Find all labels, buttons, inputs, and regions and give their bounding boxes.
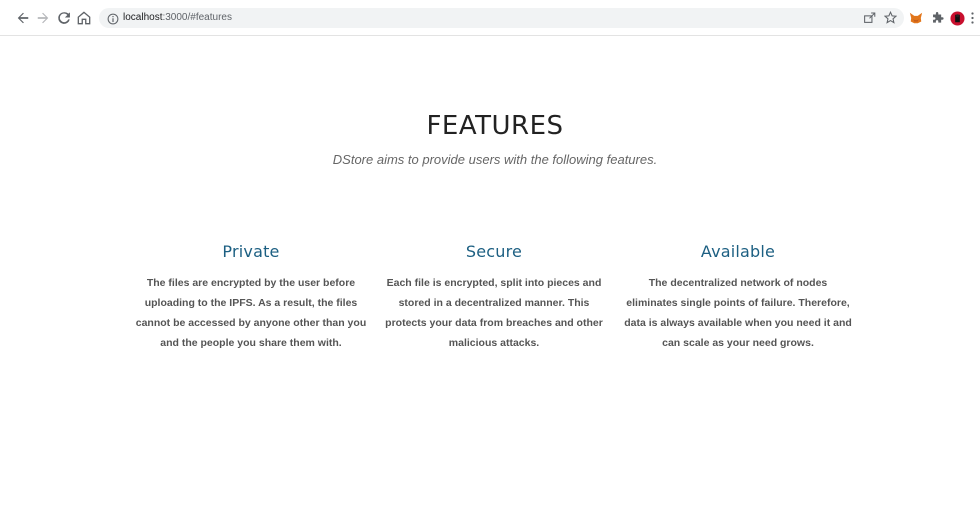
page-subtitle: DStore aims to provide users with the fo… <box>332 152 658 167</box>
feature-card-private: Private The files are encrypted by the u… <box>135 242 367 353</box>
feature-card-secure: Secure Each file is encrypted, split int… <box>378 242 610 353</box>
more-vertical-icon <box>970 12 974 24</box>
address-bar[interactable]: localhost:3000/#features <box>99 8 904 28</box>
arrow-right-icon <box>37 12 49 24</box>
home-button[interactable] <box>75 9 93 27</box>
browser-menu-button[interactable] <box>967 10 977 26</box>
fox-icon <box>909 12 923 24</box>
feature-description: The files are encrypted by the user befo… <box>135 277 367 349</box>
forward-button[interactable] <box>34 9 52 27</box>
url-host: localhost <box>123 12 163 23</box>
share-icon[interactable] <box>863 11 877 25</box>
back-button[interactable] <box>14 9 32 27</box>
page-title: FEATURES <box>426 111 564 142</box>
puzzle-icon <box>932 11 944 23</box>
info-icon[interactable] <box>107 12 119 25</box>
feature-card-available: Available The decentralized network of n… <box>622 242 854 353</box>
arrow-left-icon <box>17 12 29 24</box>
extensions-button[interactable] <box>929 10 945 26</box>
profile-button[interactable] <box>949 10 965 26</box>
star-icon[interactable] <box>883 10 898 25</box>
feature-title: Secure <box>465 242 523 261</box>
reload-icon <box>58 12 70 24</box>
reload-button[interactable] <box>55 9 73 27</box>
metamask-extension-button[interactable] <box>908 10 924 26</box>
feature-title: Available <box>700 242 776 261</box>
url-path: :3000/#features <box>162 12 232 23</box>
feature-description: The decentralized network of nodes elimi… <box>624 277 852 349</box>
home-icon <box>77 11 91 25</box>
url-text: localhost:3000/#features <box>123 8 232 28</box>
browser-toolbar: localhost:3000/#features <box>0 0 980 36</box>
avatar-icon <box>949 10 965 26</box>
feature-description: Each file is encrypted, split into piece… <box>385 277 603 349</box>
feature-title: Private <box>222 242 280 261</box>
